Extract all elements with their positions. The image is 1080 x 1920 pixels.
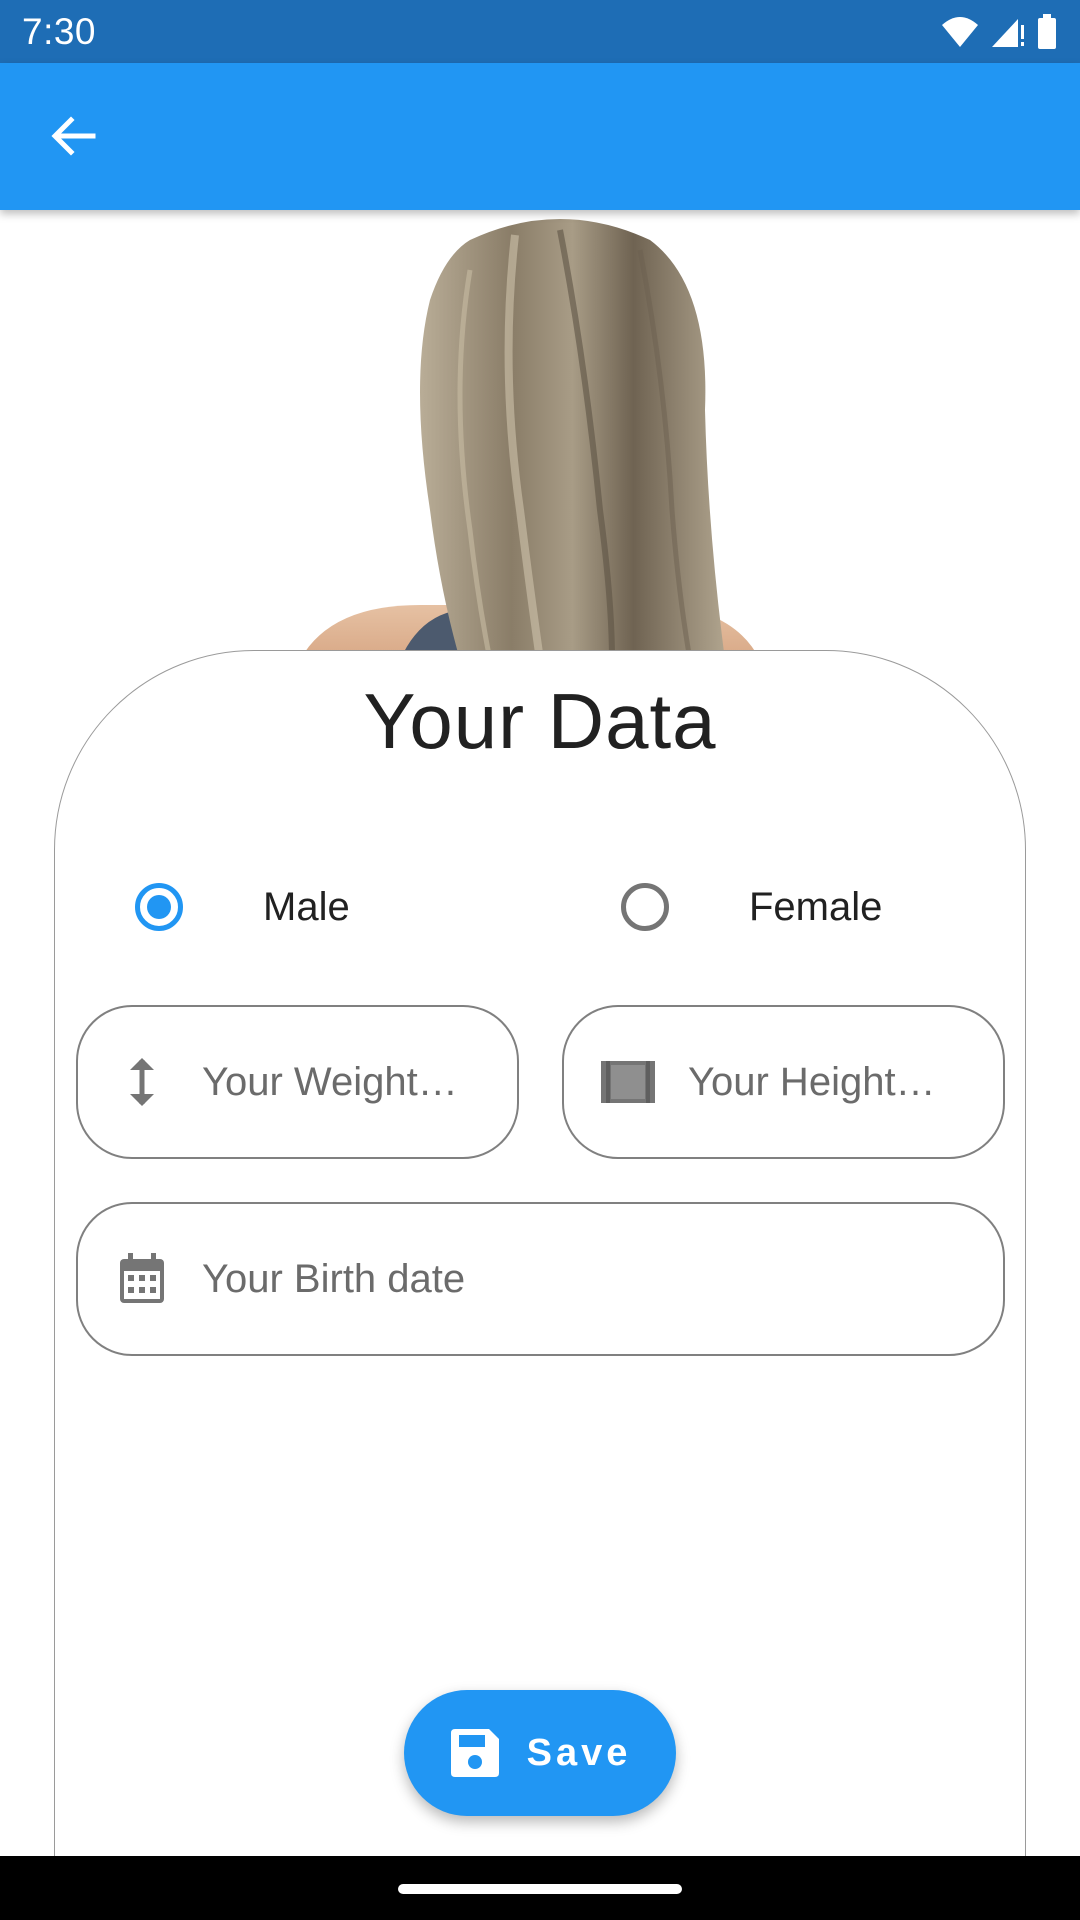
status-bar: 7:30 <box>0 0 1080 63</box>
vertical-arrows-icon <box>112 1052 172 1112</box>
woman-hair-illustration <box>300 219 760 660</box>
app-bar <box>0 63 1080 210</box>
birth-date-placeholder: Your Birth date <box>202 1256 466 1301</box>
wifi-icon <box>942 16 978 47</box>
gender-label-male: Male <box>263 884 350 929</box>
data-card: Your Data Male Female Your Weight… Your … <box>54 650 1026 1920</box>
height-bar-icon <box>598 1052 658 1112</box>
hero-image <box>0 210 1080 660</box>
status-time: 7:30 <box>22 10 97 52</box>
signal-icon <box>992 18 1024 47</box>
gender-option-female[interactable]: Female <box>621 879 882 935</box>
screen: 7:30 Your Data Male Female Your Weight… … <box>0 0 1080 1920</box>
floppy-disk-icon <box>450 1729 499 1777</box>
home-indicator[interactable] <box>398 1884 682 1894</box>
height-placeholder: Your Height… <box>688 1059 936 1104</box>
gender-option-male[interactable]: Male <box>135 879 350 935</box>
page-title: Your Data <box>363 677 717 765</box>
battery-icon <box>1038 13 1056 49</box>
radio-unselected-icon[interactable] <box>621 883 669 931</box>
navigation-bar <box>0 1856 1080 1920</box>
save-button[interactable]: Save <box>404 1690 676 1816</box>
radio-selected-icon[interactable] <box>135 883 183 931</box>
birth-date-field[interactable]: Your Birth date <box>76 1202 1005 1356</box>
back-button[interactable] <box>38 101 108 171</box>
gender-label-female: Female <box>749 884 883 929</box>
calendar-icon <box>112 1249 172 1309</box>
weight-placeholder: Your Weight… <box>202 1059 458 1104</box>
weight-field[interactable]: Your Weight… <box>76 1005 519 1159</box>
height-field[interactable]: Your Height… <box>562 1005 1005 1159</box>
status-icons <box>940 13 1058 50</box>
save-label: Save <box>526 1731 632 1774</box>
arrow-back-icon <box>51 116 96 156</box>
